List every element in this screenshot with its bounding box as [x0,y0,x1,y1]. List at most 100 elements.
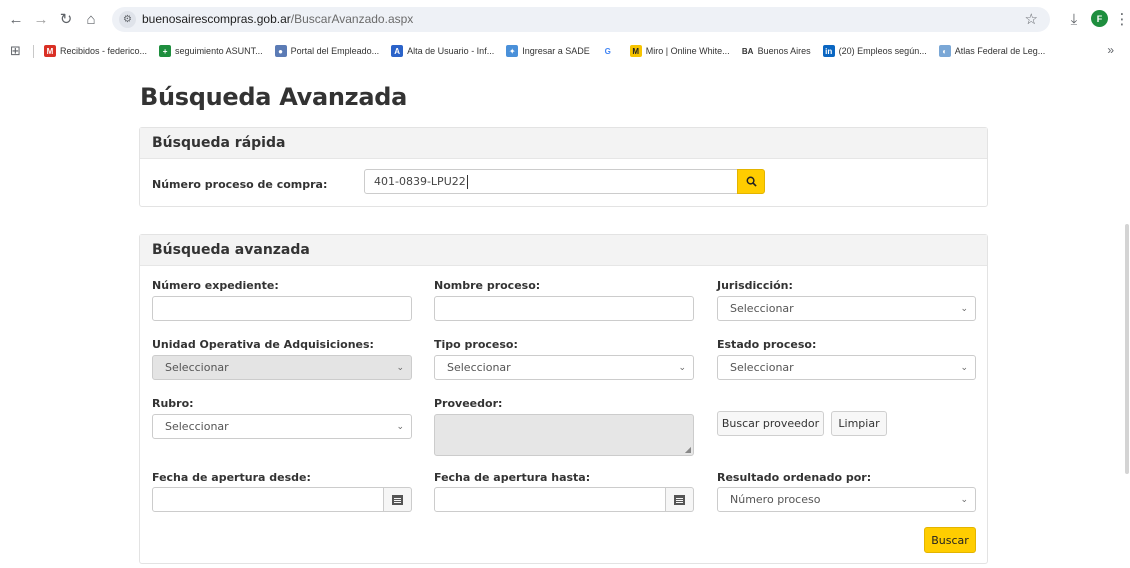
bookmark-item[interactable]: ● Portal del Empleado... [274,42,380,60]
browser-toolbar: ← → ↻ ⌂ ⚙ buenosairescompras.gob.ar/Busc… [0,0,1130,38]
bookmark-item[interactable]: ◐ Atlas Federal de Leg... [938,42,1046,60]
page-scrollbar[interactable] [1123,66,1130,568]
bookmark-item[interactable]: A Alta de Usuario - Inf... [391,42,494,60]
calendar-icon [392,494,403,505]
quick-search-heading: Búsqueda rápida [140,128,987,159]
url-host: buenosairescompras.gob.ar [142,12,291,26]
search-icon [746,176,757,187]
bookmark-item[interactable]: G [601,42,618,60]
estado-proceso-value: Seleccionar [730,361,794,374]
reload-icon[interactable]: ↻ [56,9,76,29]
chevron-down-icon: ⌄ [396,363,404,373]
sheets-icon: + [159,45,172,57]
bookmark-item[interactable]: M Recibidos - federico... [44,42,147,60]
bookmark-item[interactable]: + seguimiento ASUNT... [159,42,263,60]
estado-proceso-select[interactable]: Seleccionar ⌄ [717,355,976,380]
buscar-button[interactable]: Buscar [924,527,976,553]
process-number-label: Número proceso de compra: [152,178,328,191]
limpiar-button[interactable]: Limpiar [831,411,887,436]
resize-grip-icon[interactable]: ◢ [685,445,691,454]
more-bookmarks-icon[interactable]: » [1107,43,1114,57]
nombre-proceso-input[interactable] [434,296,694,321]
jurisdiccion-value: Seleccionar [730,302,794,315]
jurisdiccion-label: Jurisdicción: [717,279,793,292]
bookmark-label: Buenos Aires [757,46,811,56]
address-bar[interactable]: ⚙ buenosairescompras.gob.ar/BuscarAvanza… [112,7,1050,32]
fecha-hasta-calendar-button[interactable] [666,487,694,512]
bookmark-label: Ingresar a SADE [522,46,590,56]
fecha-desde-input[interactable] [152,487,384,512]
bookmark-label: Atlas Federal de Leg... [954,46,1046,56]
portal-icon: ● [274,45,287,57]
bookmark-list: M Recibidos - federico... + seguimiento ASU… [44,42,1057,60]
chevron-down-icon: ⌄ [960,363,968,373]
gmail-icon: M [44,45,56,57]
bookmark-label: Alta de Usuario - Inf... [407,46,495,56]
menu-kebab-icon[interactable]: ⋮ [1112,9,1130,29]
bookmark-label: Miro | Online White... [645,46,730,56]
advanced-search-panel: Búsqueda avanzada Número expediente: Nom… [139,234,988,564]
unidad-operativa-select[interactable]: Seleccionar ⌄ [152,355,412,380]
forward-arrow-icon[interactable]: → [31,9,51,29]
site-info-icon[interactable]: ⚙ [119,11,136,28]
rubro-select[interactable]: Seleccionar ⌄ [152,414,412,439]
chevron-down-icon: ⌄ [960,304,968,314]
quick-search-panel: Búsqueda rápida Número proceso de compra… [139,127,988,207]
expediente-input[interactable] [152,296,412,321]
scrollbar-thumb[interactable] [1125,224,1129,474]
atlas-icon: ◐ [938,45,951,57]
fecha-hasta-input[interactable] [434,487,666,512]
process-number-value: 401-0839-LPU22 [374,175,466,188]
tipo-proceso-value: Seleccionar [447,361,511,374]
advanced-search-heading: Búsqueda avanzada [140,235,987,266]
bookmark-label: Portal del Empleado... [290,46,380,56]
proveedor-textarea[interactable]: ◢ [434,414,694,456]
home-icon[interactable]: ⌂ [81,9,101,29]
unidad-operativa-value: Seleccionar [165,361,229,374]
calendar-icon [674,494,685,505]
url-path: /BuscarAvanzado.aspx [290,12,414,26]
buscar-proveedor-button[interactable]: Buscar proveedor [717,411,824,436]
bookmark-label: (20) Empleos según... [838,46,927,56]
linkedin-icon: in [822,45,835,57]
bookmark-item[interactable]: in (20) Empleos según... [822,42,927,60]
page-content: Búsqueda Avanzada Búsqueda rápida Número… [0,64,1130,568]
bookmarks-separator [33,45,34,58]
tipo-proceso-label: Tipo proceso: [434,338,518,351]
profile-avatar[interactable]: F [1091,10,1108,27]
rubro-label: Rubro: [152,397,194,410]
nombre-proceso-label: Nombre proceso: [434,279,541,292]
proveedor-label: Proveedor: [434,397,503,410]
text-cursor [466,174,468,189]
bookmark-label: Recibidos - federico... [60,46,148,56]
fecha-desde-label: Fecha de apertura desde: [152,471,311,484]
url-text[interactable]: buenosairescompras.gob.ar/BuscarAvanzado… [142,12,413,26]
expediente-label: Número expediente: [152,279,279,292]
download-icon[interactable]: ⤓ [1064,9,1084,29]
back-arrow-icon[interactable]: ← [6,9,26,29]
chevron-down-icon: ⌄ [396,422,404,432]
bookmark-item[interactable]: BA Buenos Aires [741,42,811,60]
unidad-operativa-label: Unidad Operativa de Adquisiciones: [152,338,374,351]
bookmark-label: seguimiento ASUNT... [175,46,263,56]
chevron-down-icon: ⌄ [960,495,968,505]
chevron-down-icon: ⌄ [678,363,686,373]
alta-icon: A [391,45,404,57]
google-icon: G [601,45,614,57]
miro-icon: M [629,45,642,57]
bookmark-star-icon[interactable]: ☆ [1025,10,1038,28]
process-number-input[interactable]: 401-0839-LPU22 [364,169,738,194]
bookmarks-bar: ⊞ M Recibidos - federico... + seguimiento A… [0,38,1130,64]
jurisdiccion-select[interactable]: Seleccionar ⌄ [717,296,976,321]
sade-icon: ✦ [506,45,519,57]
fecha-hasta-label: Fecha de apertura hasta: [434,471,591,484]
estado-proceso-label: Estado proceso: [717,338,817,351]
tipo-proceso-select[interactable]: Seleccionar ⌄ [434,355,694,380]
orden-label: Resultado ordenado por: [717,471,872,484]
apps-grid-icon[interactable]: ⊞ [10,44,24,58]
orden-select[interactable]: Número proceso ⌄ [717,487,976,512]
quick-search-button[interactable] [737,169,765,194]
bookmark-item[interactable]: M Miro | Online White... [629,42,730,60]
bookmark-item[interactable]: ✦ Ingresar a SADE [506,42,590,60]
fecha-desde-calendar-button[interactable] [384,487,412,512]
